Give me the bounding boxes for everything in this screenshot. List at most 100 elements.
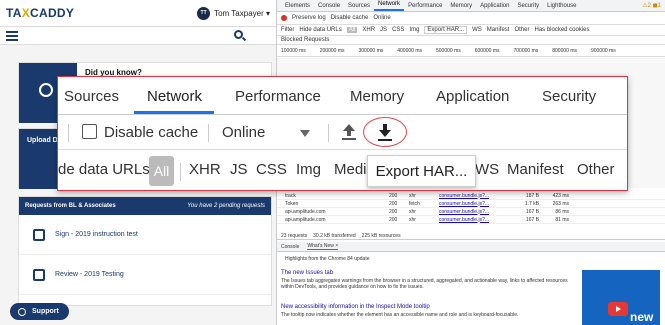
- cell-time: 263 ms: [552, 200, 569, 207]
- search-icon[interactable]: [234, 30, 243, 39]
- export-har-icon[interactable]: [377, 124, 393, 142]
- disable-cache-checkbox[interactable]: [82, 124, 97, 139]
- filter-ws[interactable]: WS: [472, 27, 482, 33]
- pen-icon: [33, 228, 45, 241]
- cell-name: api.amplitude.com: [285, 216, 326, 223]
- import-har-icon[interactable]: [341, 124, 357, 142]
- throttle-select[interactable]: Online: [222, 124, 265, 141]
- tab-security[interactable]: Security: [542, 88, 596, 105]
- blocked-requests[interactable]: Blocked Requests: [277, 36, 665, 45]
- filter-other[interactable]: Other: [514, 27, 529, 33]
- cell-name: api.amplitude.com: [285, 208, 326, 215]
- preserve-log[interactable]: Preserve log: [292, 15, 326, 21]
- tab-memory[interactable]: Memory: [446, 3, 476, 11]
- news-body: The tooltip now indicates whether the el…: [281, 312, 519, 318]
- cell-status: 200: [389, 216, 398, 223]
- throttle-select[interactable]: Online: [373, 15, 390, 21]
- cell-time: 86 ms: [555, 208, 569, 215]
- filter-bar: Filter Hide data URLs All XHR JS CSS Img…: [277, 25, 665, 36]
- filter-other[interactable]: Other: [577, 161, 615, 178]
- upload-title: Upload D: [27, 137, 58, 144]
- support-button[interactable]: Support: [10, 303, 69, 320]
- filter-input[interactable]: Filter: [281, 27, 294, 33]
- user-menu[interactable]: TT Tom Taxpayer ▾: [197, 6, 270, 20]
- cell-size: 1.7 kB: [524, 200, 539, 207]
- logo-part: TA: [6, 6, 22, 20]
- table-row[interactable]: track 200 xhr consumer.bundle.js?... 187…: [277, 192, 665, 200]
- video-thumbnail[interactable]: new: [582, 270, 660, 325]
- cell-type: fetch: [409, 200, 420, 207]
- tab-memory[interactable]: Memory: [350, 88, 404, 105]
- news-title[interactable]: The new Issues tab: [281, 270, 581, 276]
- filter-all[interactable]: All: [149, 156, 174, 186]
- filter-xhr[interactable]: XHR: [362, 27, 375, 33]
- filter-xhr[interactable]: XHR: [189, 161, 221, 178]
- record-icon[interactable]: [281, 15, 287, 21]
- tab-drawer-console[interactable]: Console: [281, 244, 299, 250]
- filter-css[interactable]: CSS: [256, 161, 287, 178]
- hide-data-urls[interactable]: de data URLs: [58, 161, 150, 178]
- tab-sources[interactable]: Sources: [64, 88, 119, 105]
- cell-initiator[interactable]: consumer.bundle.js?...: [439, 193, 509, 199]
- tab-sources[interactable]: Sources: [344, 3, 374, 11]
- filter-all[interactable]: All: [346, 27, 358, 33]
- issue-counter[interactable]: ⚠2 ◼1: [638, 2, 665, 11]
- filter-img[interactable]: Img: [296, 161, 321, 178]
- tab-application[interactable]: Application: [476, 3, 513, 11]
- export-har-tooltip: Export HAR...: [367, 155, 476, 187]
- filter-css[interactable]: CSS: [392, 27, 404, 33]
- cell-time: 81 ms: [555, 216, 569, 223]
- filter-manifest[interactable]: Manifest: [507, 161, 564, 178]
- chevron-down-icon[interactable]: [300, 130, 310, 137]
- tab-elements[interactable]: Elements: [281, 3, 314, 11]
- news-item: The new Issues tab The Issues tab aggreg…: [281, 270, 581, 290]
- cell-initiator[interactable]: consumer.bundle.js?...: [439, 201, 509, 207]
- play-icon[interactable]: [608, 302, 628, 316]
- filter-js[interactable]: JS: [230, 161, 248, 178]
- tab-performance[interactable]: Performance: [404, 3, 446, 11]
- export-har-tooltip: Export HAR...: [424, 26, 468, 34]
- divider: [328, 124, 329, 142]
- table-row[interactable]: api.amplitude.com 200 xhr consumer.bundl…: [277, 216, 665, 224]
- hamburger-icon[interactable]: [6, 31, 18, 41]
- tab-security[interactable]: Security: [513, 3, 543, 11]
- request-item[interactable]: Review - 2019 Testing: [19, 255, 271, 295]
- cell-initiator[interactable]: consumer.bundle.js?...: [439, 217, 509, 223]
- tick-label: 300000 ms: [358, 47, 384, 54]
- tab-application[interactable]: Application: [436, 88, 509, 105]
- news-title[interactable]: New accessibility information in the Ins…: [281, 304, 581, 310]
- filter-media[interactable]: Medi: [334, 161, 367, 178]
- filter-manifest[interactable]: Manifest: [487, 27, 510, 33]
- request-count: 23 requests: [281, 232, 308, 239]
- zoom-filter-bar: de data URLs All XHR JS CSS Img Medi WS …: [58, 151, 627, 190]
- tab-console[interactable]: Console: [314, 3, 344, 11]
- tick-label: 200000 ms: [319, 47, 345, 54]
- table-row[interactable]: api.amplitude.com 200 xhr consumer.bundl…: [277, 208, 665, 216]
- zoom-tabs: Sources Network Performance Memory Appli…: [58, 77, 627, 115]
- request-item[interactable]: Sign - 2019 instruction test: [19, 215, 271, 255]
- filter-js[interactable]: JS: [380, 27, 387, 33]
- tab-network[interactable]: Network: [147, 88, 202, 105]
- logo-part: CADDY: [30, 6, 75, 20]
- logo-accent: X: [21, 6, 31, 20]
- filter-ws[interactable]: WS: [475, 161, 499, 178]
- taxcaddy-logo[interactable]: TAXCADDY: [6, 6, 74, 20]
- tab-network[interactable]: Network: [374, 1, 405, 11]
- app-header: TAXCADDY TT Tom Taxpayer ▾: [0, 0, 276, 27]
- tab-lighthouse[interactable]: Lighthouse: [543, 3, 580, 11]
- avatar: TT: [197, 6, 211, 20]
- tab-performance[interactable]: Performance: [235, 88, 321, 105]
- drawer-tabs: Console What's New ×: [277, 242, 665, 252]
- table-row[interactable]: Token 200 fetch consumer.bundle.js?... 1…: [277, 200, 665, 208]
- has-blocked-cookies[interactable]: Has blocked cookies: [534, 27, 589, 33]
- disable-cache[interactable]: Disable cache: [331, 15, 369, 21]
- tab-whats-new[interactable]: What's New ×: [307, 243, 339, 250]
- hide-data-urls[interactable]: Hide data URLs: [299, 27, 341, 33]
- cell-status: 200: [389, 192, 398, 199]
- user-name: Tom Taxpayer ▾: [214, 8, 270, 18]
- filter-img[interactable]: Img: [409, 27, 419, 33]
- cell-initiator[interactable]: consumer.bundle.js?...: [439, 209, 509, 215]
- news-item: New accessibility information in the Ins…: [281, 304, 581, 318]
- divider: [208, 124, 209, 142]
- magnifier-icon: [33, 268, 45, 281]
